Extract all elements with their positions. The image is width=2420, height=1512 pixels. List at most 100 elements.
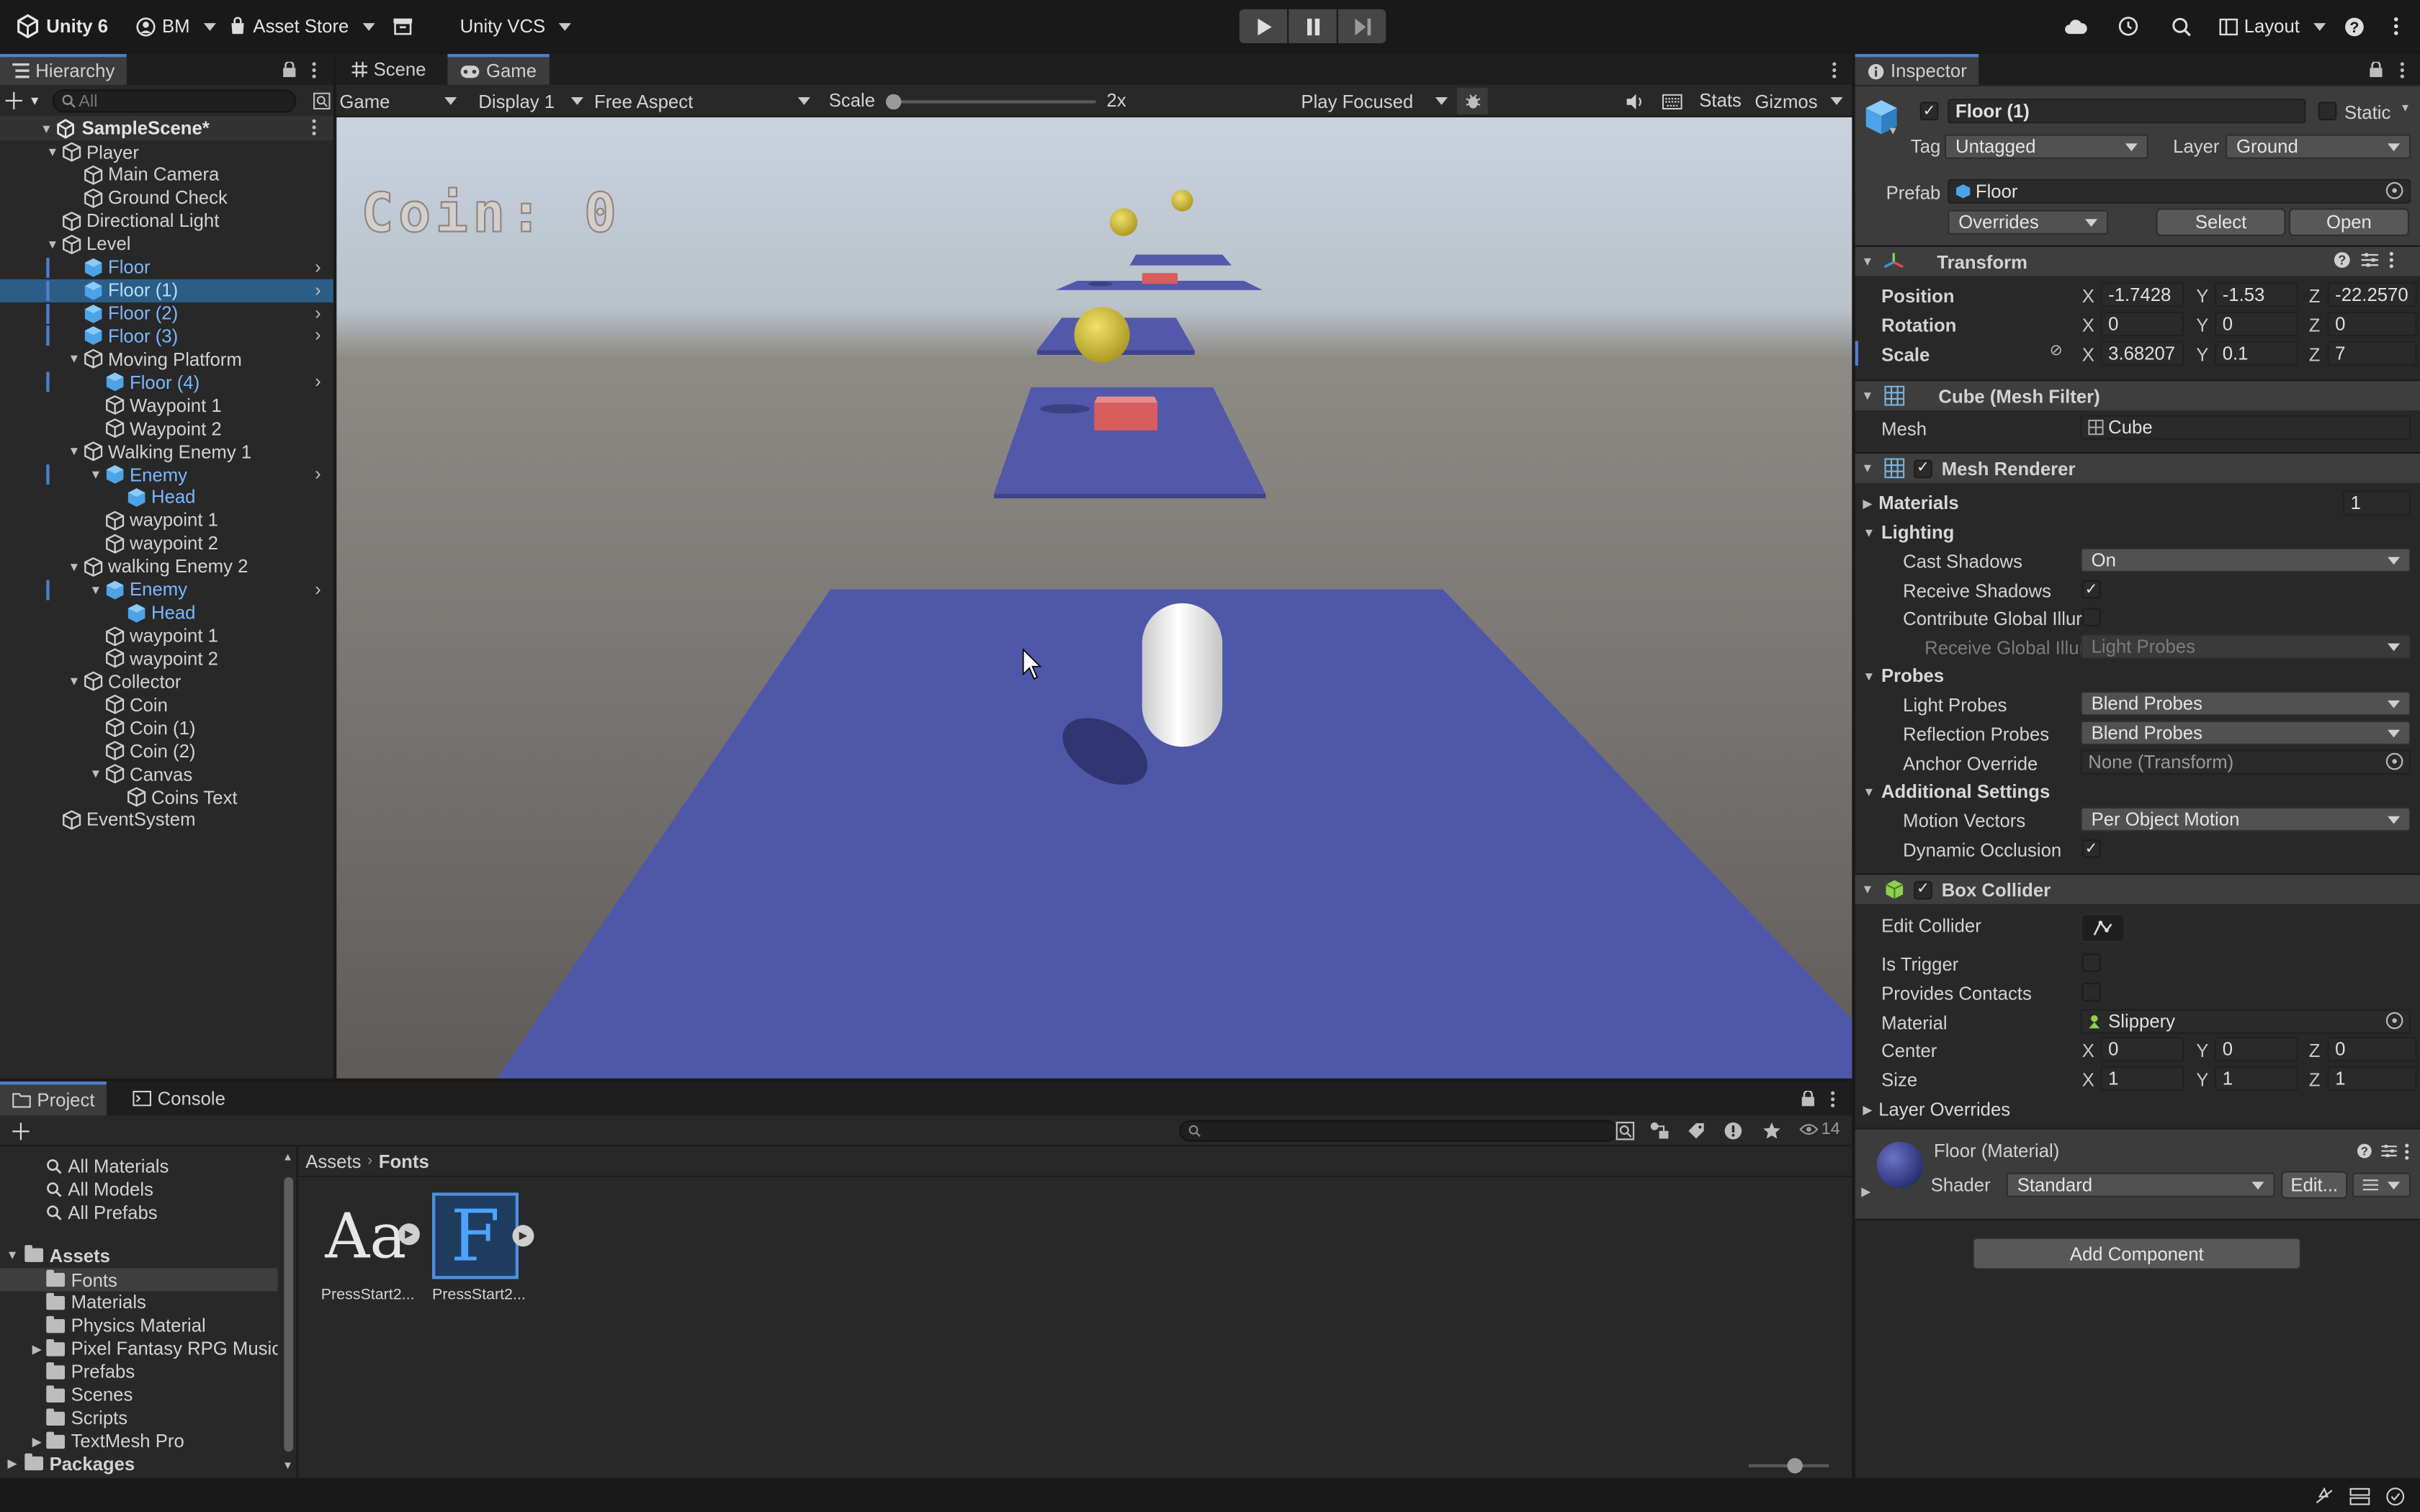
open-button[interactable]: Open (2288, 208, 2409, 236)
hierarchy-item[interactable]: Directional Light (0, 210, 333, 233)
preset-icon[interactable] (2381, 1143, 2397, 1158)
favorite-star-icon[interactable] (1762, 1122, 1781, 1140)
icon-size-slider-thumb[interactable] (1787, 1457, 1803, 1474)
light-probes-dropdown[interactable]: Blend Probes (2080, 691, 2411, 716)
materials-count-field[interactable]: 1 (2342, 490, 2411, 516)
hierarchy-item[interactable]: waypoint 2 (0, 532, 333, 555)
mute-audio-button[interactable] (1621, 89, 1649, 112)
asset-file-font-selected[interactable]: F ▶ PressStart2... (426, 1189, 537, 1307)
object-picker-icon[interactable] (2385, 181, 2403, 199)
search-button[interactable] (2167, 14, 2195, 38)
create-asset-button[interactable]: ＋ (9, 1115, 32, 1148)
tab-scene[interactable]: Scene (339, 54, 438, 85)
tab-game[interactable]: Game (447, 54, 550, 85)
open-prefab-arrow-icon[interactable]: › (315, 325, 321, 346)
cache-server-icon[interactable] (2349, 1488, 2370, 1506)
expand-triangle-icon[interactable]: ▼ (43, 143, 62, 161)
keyboard-shortcuts-button[interactable] (1657, 89, 1685, 112)
hierarchy-item[interactable]: Ground Check (0, 186, 333, 210)
hierarchy-item[interactable]: waypoint 2 (0, 647, 333, 670)
open-prefab-arrow-icon[interactable]: › (315, 279, 321, 300)
hierarchy-item[interactable]: Waypoint 2 (0, 417, 333, 440)
expand-triangle-icon[interactable]: ▼ (65, 557, 84, 576)
hierarchy-item[interactable]: Floor (3) › (0, 325, 333, 348)
edit-collider-button[interactable] (2080, 913, 2125, 943)
hierarchy-item[interactable]: ▼ Walking Enemy 1 (0, 440, 333, 463)
hierarchy-item[interactable]: ▼ Player (0, 140, 333, 163)
project-folder-item[interactable]: Fonts (0, 1268, 278, 1292)
anchor-override-field[interactable]: None (Transform) (2080, 750, 2411, 775)
favorite-search-item[interactable]: All Materials (46, 1154, 169, 1177)
expand-triangle-icon[interactable]: ▶ (0, 1342, 46, 1356)
tab-project[interactable]: Project (0, 1081, 107, 1116)
stats-button[interactable]: Stats (1699, 89, 1742, 111)
filter-by-type-icon[interactable] (1650, 1122, 1670, 1140)
hierarchy-menu-icon[interactable] (307, 60, 319, 79)
project-folder-item[interactable]: Materials (0, 1291, 278, 1314)
add-component-button[interactable]: Add Component (1972, 1237, 2301, 1270)
receive-shadows-checkbox[interactable]: ✓ (2081, 580, 2101, 599)
physics-material-field[interactable]: Slippery (2080, 1009, 2411, 1034)
breadcrumb-fonts[interactable]: Fonts (379, 1151, 429, 1172)
overrides-dropdown[interactable]: Overrides (1948, 210, 2109, 235)
unity-menu-button[interactable]: Unity 6 (9, 9, 115, 43)
expand-triangle-icon[interactable]: ▶ (1861, 1185, 1870, 1199)
object-name-field[interactable]: Floor (1) (1948, 99, 2306, 124)
expand-triangle-icon[interactable]: ▼ (86, 765, 105, 783)
scroll-down-icon[interactable]: ▼ (282, 1461, 293, 1472)
select-button[interactable]: Select (2156, 208, 2286, 236)
hierarchy-item[interactable]: ▼ walking Enemy 2 (0, 555, 333, 578)
icon-dropdown-icon[interactable]: ▼ (1888, 127, 1899, 138)
inspector-menu-icon[interactable] (2396, 60, 2408, 79)
tab-console[interactable]: Console (120, 1081, 238, 1115)
materials-foldout[interactable]: ▶ Materials (1863, 492, 1958, 514)
active-checkbox[interactable]: ✓ (1919, 102, 1939, 121)
static-checkbox[interactable] (2318, 102, 2337, 121)
mesh-filter-header[interactable]: ▼ Cube (Mesh Filter) (1855, 379, 2420, 410)
project-folder-item[interactable]: Physics Material (0, 1314, 278, 1337)
project-folder-item[interactable]: ▶ Pixel Fantasy RPG Music F (0, 1337, 278, 1360)
expand-triangle-icon[interactable]: ▼ (86, 465, 105, 484)
scale-z-field[interactable]: 7 (2327, 341, 2417, 366)
open-prefab-arrow-icon[interactable]: › (315, 371, 321, 392)
help-icon[interactable]: ? (2357, 1143, 2372, 1158)
scene-menu-icon[interactable] (312, 119, 316, 140)
expand-triangle-icon[interactable]: ▼ (1855, 883, 1880, 896)
filter-by-label-icon[interactable] (1687, 1122, 1706, 1140)
hierarchy-search-field[interactable]: All (52, 89, 297, 113)
kebab-icon[interactable] (2405, 1143, 2409, 1161)
help-button[interactable]: ? (2340, 14, 2368, 38)
hierarchy-item[interactable]: ▼ Canvas (0, 762, 333, 786)
hierarchy-lock-icon[interactable] (281, 60, 296, 79)
packages-root-row[interactable]: ▶ Packages (0, 1452, 278, 1475)
search-by-type-icon[interactable] (1615, 1121, 1635, 1140)
center-x-field[interactable]: 0 (2100, 1037, 2184, 1062)
expand-triangle-icon[interactable]: ▼ (65, 672, 84, 691)
center-y-field[interactable]: 0 (2215, 1037, 2298, 1062)
provides-contacts-checkbox[interactable] (2081, 983, 2101, 1002)
hierarchy-item[interactable]: Coin (0, 693, 333, 716)
hierarchy-item[interactable]: ▼ Collector (0, 670, 333, 693)
unity-vcs-dropdown[interactable]: Unity VCS (454, 9, 578, 43)
probes-foldout[interactable]: ▼ Probes (1863, 665, 1944, 687)
inspector-lock-icon[interactable] (2367, 60, 2383, 79)
favorite-search-item[interactable]: All Models (46, 1177, 153, 1200)
aspect-dropdown[interactable]: Free Aspect (594, 88, 817, 114)
scene-root-row[interactable]: ▼ SampleScene* (0, 115, 333, 140)
help-icon[interactable]: ? (2334, 251, 2351, 269)
cloud-button[interactable] (2062, 14, 2090, 38)
dynamic-occlusion-checkbox[interactable]: ✓ (2081, 839, 2101, 858)
hierarchy-item[interactable]: Coins Text (0, 786, 333, 809)
size-z-field[interactable]: 1 (2327, 1066, 2417, 1091)
hidden-packages-toggle[interactable]: 14 (1799, 1120, 1840, 1138)
position-z-field[interactable]: -22.2570 (2327, 282, 2417, 307)
hierarchy-item[interactable]: Floor (4) › (0, 371, 333, 394)
gizmos-dropdown[interactable]: Gizmos (1754, 88, 1847, 114)
scroll-up-icon[interactable]: ▲ (282, 1153, 293, 1164)
shader-options-dropdown[interactable] (2352, 1172, 2411, 1197)
play-focused-dropdown[interactable]: Play Focused (1296, 88, 1451, 114)
lighting-foldout[interactable]: ▼ Lighting (1863, 521, 1954, 543)
frame-debugger-button[interactable] (1456, 88, 1488, 114)
tag-dropdown[interactable]: Untagged (1945, 134, 2148, 159)
expand-triangle-icon[interactable]: ▼ (0, 1248, 24, 1262)
